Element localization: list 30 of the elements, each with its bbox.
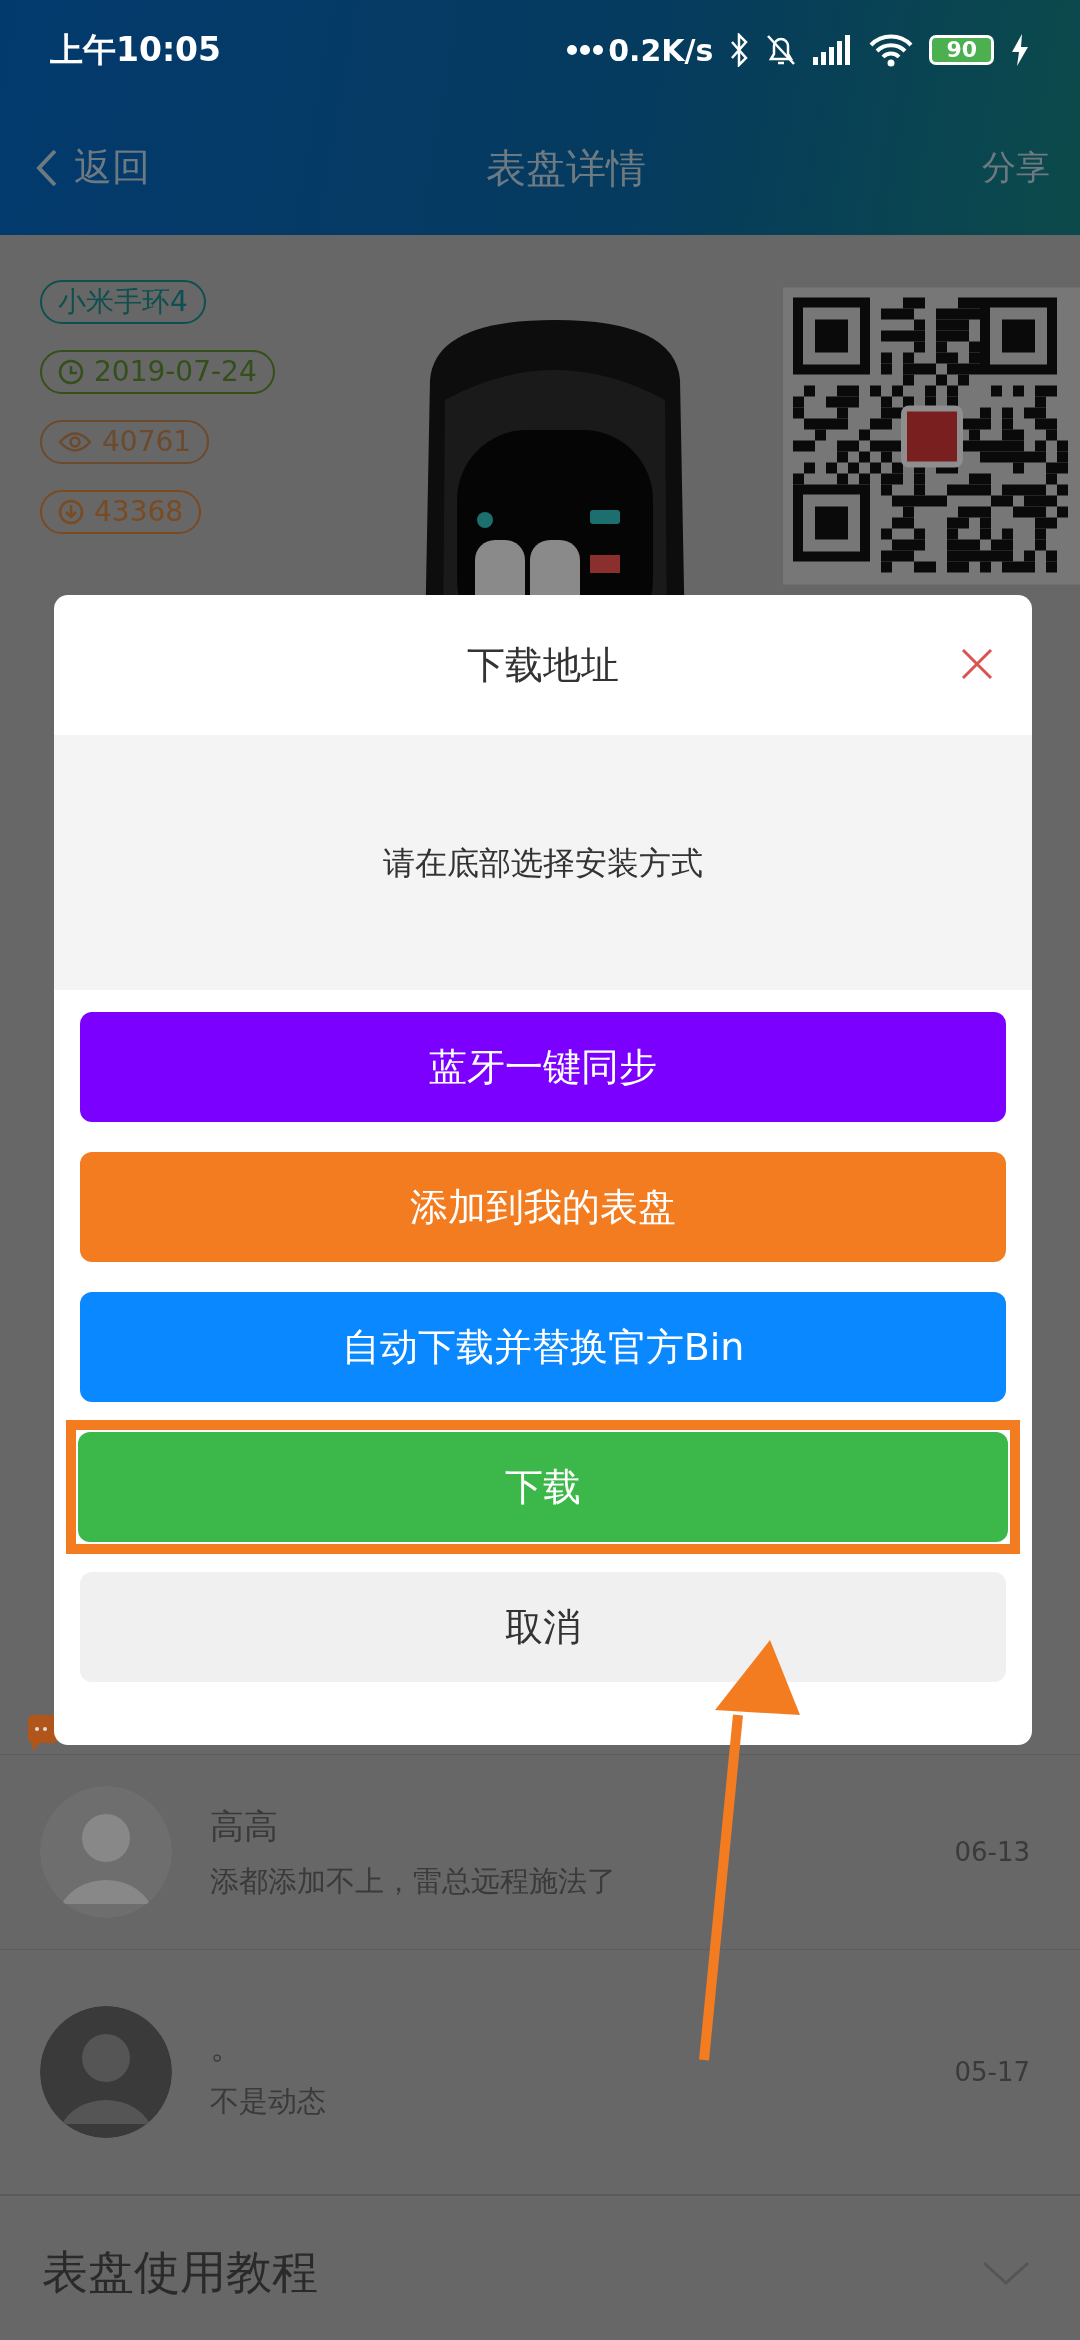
chat-icon	[28, 1715, 58, 1751]
charging-icon	[1010, 34, 1030, 66]
tag-pill: 40761	[40, 420, 210, 464]
battery-icon: 90	[929, 35, 994, 65]
dialog-title: 下载地址	[467, 641, 619, 689]
tag-pill: 43368	[40, 490, 202, 534]
download-icon	[58, 499, 84, 525]
tutorial-title: 表盘使用教程	[42, 2244, 318, 2301]
status-time: 上午10:05	[50, 29, 222, 72]
option-button[interactable]: 蓝牙一键同步	[80, 1012, 1006, 1122]
bluetooth-icon	[729, 33, 750, 67]
dialog-message: 请在底部选择安装方式	[383, 842, 703, 884]
more-dots-icon	[566, 44, 605, 56]
commenter-name: 。	[210, 2024, 245, 2068]
tag-pill: 小米手环4	[40, 280, 206, 324]
wifi-icon	[869, 33, 914, 67]
page-title: 表盘详情	[486, 144, 646, 191]
option-button[interactable]: 添加到我的表盘	[80, 1152, 1006, 1262]
network-speed: 0.2K/s	[608, 31, 714, 70]
back-button[interactable]: 返回	[36, 139, 150, 196]
eye-icon	[58, 431, 92, 453]
option-button[interactable]: 下载	[78, 1432, 1008, 1542]
tutorial-row[interactable]: 表盘使用教程	[0, 2194, 1080, 2340]
option-button[interactable]: 自动下载并替换官方Bin	[80, 1292, 1006, 1402]
tag-pill: 2019-07-24	[40, 350, 275, 394]
share-button[interactable]: 分享	[982, 142, 1050, 193]
clock-icon	[58, 359, 84, 385]
cancel-button[interactable]: 取消	[80, 1572, 1006, 1682]
chevron-left-icon	[36, 148, 58, 187]
bell-muted-icon	[765, 33, 798, 67]
